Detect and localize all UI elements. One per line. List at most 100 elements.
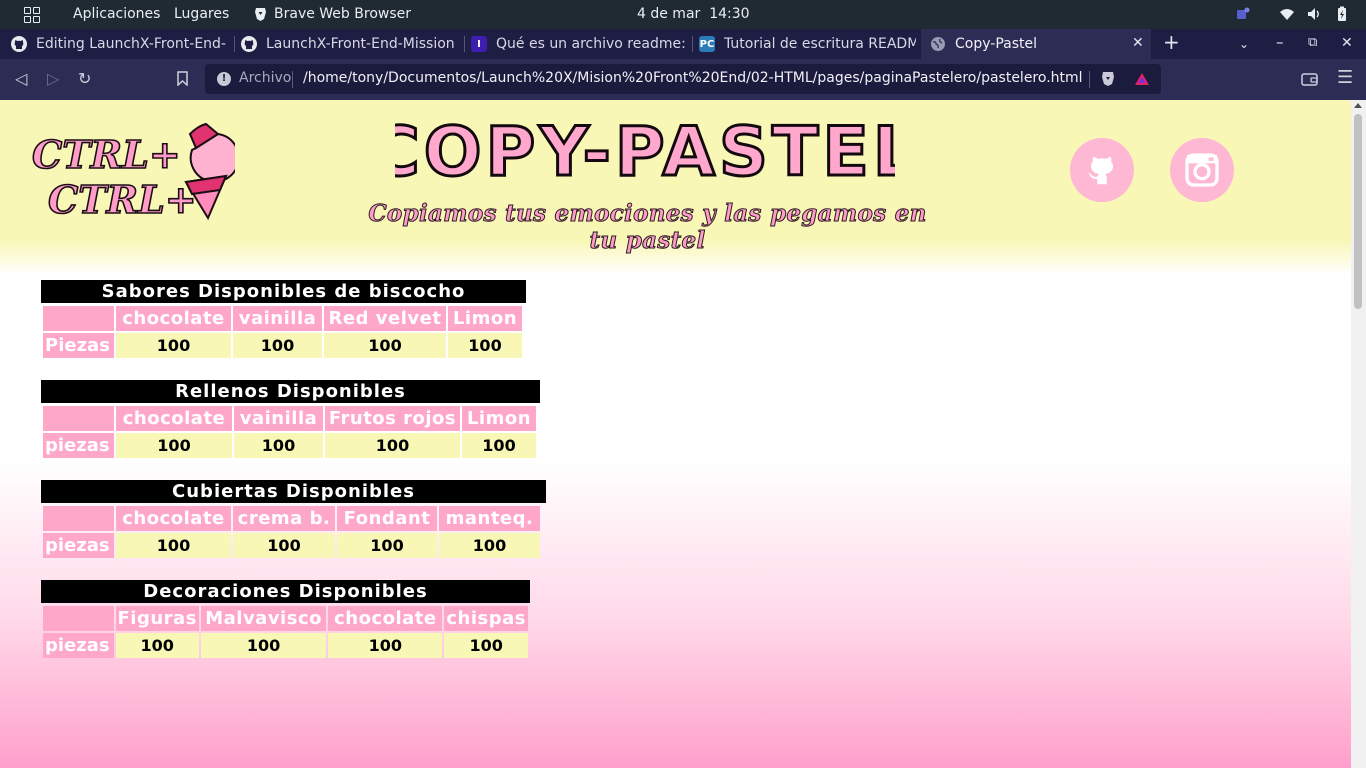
places-menu[interactable]: Lugares	[174, 6, 229, 22]
bookmark-icon[interactable]	[177, 71, 188, 86]
table-header-cell	[43, 406, 114, 431]
table-header-cell: manteq.	[439, 506, 540, 531]
maximize-icon[interactable]: ⧉	[1308, 35, 1317, 50]
address-bar[interactable]: ! Archivo /home/tony/Documentos/Launch%2…	[205, 64, 1161, 94]
clock-time: 14:30	[709, 6, 750, 22]
table-caption: Rellenos Disponibles	[41, 380, 540, 403]
globe-icon	[930, 36, 946, 52]
url-text[interactable]: /home/tony/Documentos/Launch%20X/Mision%…	[303, 70, 1083, 86]
row-label: piezas	[43, 533, 114, 558]
page-scrollbar[interactable]	[1351, 100, 1366, 768]
table-cell: 100	[116, 533, 231, 558]
table-cell: 100	[234, 433, 323, 458]
active-app-name[interactable]: Brave Web Browser	[274, 6, 411, 22]
table-header-cell: chocolate	[328, 606, 443, 631]
tab-editing-launchx[interactable]: Editing LaunchX-Front-End-	[11, 29, 230, 59]
new-tab-icon[interactable]: +	[1163, 30, 1180, 54]
tab-launchx-mission[interactable]: LaunchX-Front-End-Mission	[241, 29, 458, 59]
table-cell: 100	[439, 533, 540, 558]
tab-que-es-readme[interactable]: I Qué es un archivo readme: ex	[471, 29, 688, 59]
table-header-cell: crema b.	[233, 506, 335, 531]
github-icon	[1087, 157, 1114, 185]
system-top-bar: Aplicaciones Lugares Brave Web Browser 4…	[0, 0, 1366, 29]
table-cell: 100	[448, 333, 522, 358]
reload-icon[interactable]: ↻	[78, 69, 91, 88]
tab-separator	[692, 36, 693, 52]
scroll-up-icon[interactable]	[1354, 103, 1362, 108]
app-grid-icon[interactable]	[24, 7, 40, 23]
instagram-link[interactable]	[1170, 138, 1234, 202]
table-row: piezas 100 100 100 100	[43, 533, 540, 558]
github-icon	[11, 36, 27, 52]
info-icon[interactable]: !	[217, 72, 231, 86]
back-icon[interactable]: ◁	[15, 69, 27, 88]
table-header-cell: chocolate	[116, 306, 231, 331]
table-caption: Cubiertas Disponibles	[41, 480, 546, 503]
table-header-cell: Limon	[448, 306, 522, 331]
tab-strip: Editing LaunchX-Front-End- LaunchX-Front…	[0, 29, 1366, 59]
row-label: piezas	[43, 433, 114, 458]
tab-label: Copy-Pastel	[955, 36, 1037, 52]
close-window-icon[interactable]: ✕	[1341, 35, 1353, 51]
table-row: Piezas 100 100 100 100	[43, 333, 522, 358]
battery-icon[interactable]	[1335, 6, 1349, 22]
github-icon	[241, 36, 257, 52]
table-header-cell: chocolate	[116, 406, 232, 431]
table-header-cell: Figuras	[115, 606, 199, 631]
table-cell: 100	[444, 633, 528, 658]
table-header-row: Figuras Malvavisco chocolate chispas	[43, 606, 528, 631]
navigation-bar: ◁ ▷ ↻ ! Archivo /home/tony/Documentos/La…	[0, 59, 1366, 100]
close-tab-icon[interactable]: ✕	[1132, 35, 1144, 51]
row-label: piezas	[43, 633, 114, 658]
clock-date: 4 de mar	[637, 6, 701, 22]
logo-line-1: CTRL+	[32, 132, 181, 177]
table-cell: 100	[233, 333, 322, 358]
table-header-cell: Fondant	[337, 506, 437, 531]
tab-list-chevron-icon[interactable]: ⌄	[1239, 37, 1249, 51]
pc-icon: PC	[699, 36, 715, 52]
wifi-icon[interactable]	[1280, 6, 1294, 22]
tab-label: Qué es un archivo readme: ex	[496, 36, 688, 52]
row-label: Piezas	[43, 333, 114, 358]
tab-copy-pastel[interactable]: Copy-Pastel	[921, 29, 1151, 59]
table-header-row: chocolate crema b. Fondant manteq.	[43, 506, 540, 531]
github-link[interactable]	[1070, 138, 1134, 202]
table-header-cell	[43, 506, 114, 531]
decorations-table: Decoraciones Disponibles Figuras Malvavi…	[41, 580, 530, 660]
table-caption: Sabores Disponibles de biscocho	[41, 280, 526, 303]
tab-separator	[464, 36, 465, 52]
table-header-cell: chispas	[444, 606, 528, 631]
table-header-cell: chocolate	[116, 506, 231, 531]
applications-menu[interactable]: Aplicaciones	[73, 6, 160, 22]
volume-icon[interactable]	[1307, 6, 1321, 22]
brave-rewards-icon[interactable]	[1134, 72, 1150, 86]
table-cell: 100	[233, 533, 335, 558]
table-header-row: chocolate vainilla Red velvet Limon	[43, 306, 522, 331]
tab-label: Editing LaunchX-Front-End-	[36, 36, 226, 52]
table-header-cell: Limon	[462, 406, 536, 431]
table-cell: 100	[324, 333, 446, 358]
brave-shields-icon[interactable]	[1101, 71, 1115, 87]
toppings-table: Cubiertas Disponibles chocolate crema b.…	[41, 480, 546, 560]
page-viewport: CTRL+ CTRL+ COPY-PASTEL Copiamos tus emo…	[0, 100, 1351, 768]
menu-icon[interactable]: ☰	[1337, 67, 1353, 88]
table-cell: 100	[115, 633, 199, 658]
scrollbar-thumb[interactable]	[1354, 114, 1362, 309]
teams-icon[interactable]	[1236, 6, 1250, 22]
flavors-table: Sabores Disponibles de biscocho chocolat…	[41, 280, 526, 360]
minimize-icon[interactable]: –	[1276, 33, 1284, 51]
table-header-cell: Frutos rojos	[325, 406, 460, 431]
table-row: piezas 100 100 100 100	[43, 633, 528, 658]
fillings-table: Rellenos Disponibles chocolate vainilla …	[41, 380, 540, 460]
url-separator	[292, 71, 293, 88]
wallet-icon[interactable]	[1301, 72, 1318, 86]
table-cell: 100	[462, 433, 536, 458]
forward-icon[interactable]: ▷	[47, 69, 59, 88]
tab-label: LaunchX-Front-End-Mission	[266, 36, 455, 52]
tab-tutorial-readme[interactable]: PC Tutorial de escritura README	[699, 29, 916, 59]
clock[interactable]: 4 de mar 14:30	[637, 6, 750, 22]
table-header-cell: Red velvet	[324, 306, 446, 331]
table-header-row: chocolate vainilla Frutos rojos Limon	[43, 406, 536, 431]
tab-label: Tutorial de escritura README	[724, 36, 916, 52]
tagline: Copiamos tus emociones y las pegamos en …	[368, 200, 927, 255]
